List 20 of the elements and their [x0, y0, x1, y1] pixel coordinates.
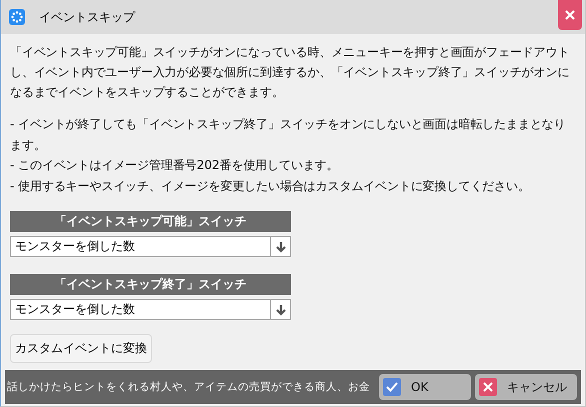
switch-dropdown[interactable]: モンスターを倒した数: [10, 299, 291, 320]
switch-dropdown[interactable]: モンスターを倒した数: [10, 236, 291, 257]
close-icon: [479, 378, 497, 396]
description-text: 「イベントスキップ可能」スイッチがオンになっている時、メニューキーを押すと画面がフェードアウトし、イベント内でユーザー入力が必要な個所に到達するか、「イベントスキップ終了」スイッチがオンになるまでイベントをスキップすることができます。: [10, 44, 570, 101]
note-text: - 使用するキーやスイッチ、イメージを変更したい場合はカスタムイベントに変換してください。: [10, 178, 531, 194]
hint-text: 話しかけたらヒントをくれる村人や、アイテムの売買ができる商人、お金: [7, 380, 371, 394]
down-arrow-icon: [274, 240, 286, 252]
down-arrow-icon: [274, 304, 286, 316]
check-icon: [383, 378, 401, 396]
ok-button[interactable]: OK: [379, 374, 471, 400]
note-text: - このイベントはイメージ管理番号202番を使用しています。: [10, 157, 340, 174]
section-header: 「イベントスキップ可能」スイッチ: [10, 211, 291, 232]
app-icon: [9, 9, 25, 25]
note-text: - イベントが終了しても「イベントスキップ終了」スイッチをオンにしないと画面は暗転したままとなります。: [10, 116, 566, 154]
section-header: 「イベントスキップ終了」スイッチ: [10, 274, 291, 295]
close-icon: [565, 10, 575, 20]
close-button[interactable]: [558, 0, 582, 30]
window-title: イベントスキップ: [39, 8, 135, 26]
cancel-button[interactable]: キャンセル: [475, 374, 577, 400]
convert-button[interactable]: カスタムイベントに変換: [10, 334, 152, 363]
